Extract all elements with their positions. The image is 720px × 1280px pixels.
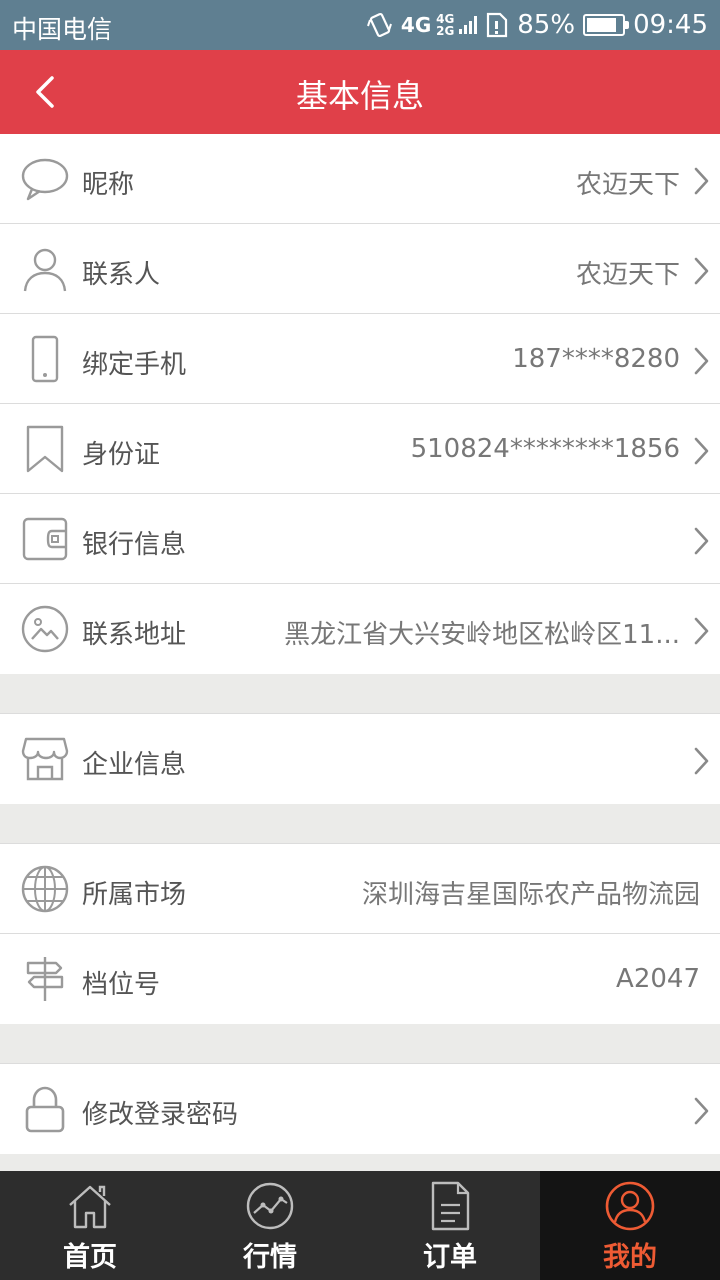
list-item[interactable]: 联系人 农迈天下 (0, 224, 720, 314)
network-indicator: 4G 4G 2G (400, 12, 478, 38)
chevron-right-icon (694, 617, 709, 645)
chat-bubble-icon (21, 158, 69, 201)
list-item[interactable]: 联系地址 黑龙江省大兴安岭地区松岭区11... (0, 584, 720, 674)
tab-item[interactable]: 订单 (360, 1171, 540, 1280)
tab-item[interactable]: 行情 (180, 1171, 360, 1280)
bookmark-icon (26, 425, 64, 473)
shop-icon (21, 737, 69, 781)
lock-icon (25, 1086, 65, 1133)
list-item[interactable]: 修改登录密码 (0, 1064, 720, 1154)
list-item-label: 企业信息 (82, 750, 187, 780)
globe-icon (21, 865, 69, 913)
tab-label: 首页 (63, 1242, 117, 1273)
tab-item[interactable]: 我的 (540, 1171, 720, 1280)
phone-icon (31, 335, 59, 383)
section-divider (0, 1024, 720, 1064)
list-item-value: 农迈天下 (575, 260, 680, 290)
page-title: 基本信息 (295, 77, 424, 115)
tab-item[interactable]: 首页 (0, 1171, 180, 1280)
list-item: 档位号 A2047 (0, 934, 720, 1024)
battery-percent: 85% (517, 10, 576, 40)
list-item[interactable]: 绑定手机 187****8280 (0, 314, 720, 404)
chevron-right-icon (694, 437, 709, 465)
list-item-label: 绑定手机 (82, 350, 187, 380)
sim-alert-icon (487, 12, 508, 38)
clock: 09:45 (633, 10, 708, 40)
network-secondary-label: 4G 2G (436, 12, 455, 38)
list-item-label: 身份证 (82, 440, 161, 470)
bottom-tab-bar: 首页 行情 订单 我的 (0, 1171, 720, 1280)
chevron-right-icon (694, 747, 709, 775)
list-item-value: 187****8280 (512, 344, 680, 374)
list-group: 修改登录密码 (0, 1064, 720, 1154)
location-photo-icon (21, 605, 69, 653)
header-bar: 基本信息 (0, 50, 720, 134)
list-item-label: 昵称 (82, 170, 135, 200)
status-bar: 中国电信 4G 4G 2G 85% 09:45 (0, 0, 720, 50)
person-icon (23, 248, 67, 292)
chevron-right-icon (694, 257, 709, 285)
signpost-icon (26, 957, 64, 1001)
list-item[interactable]: 企业信息 (0, 714, 720, 804)
network-4g-label: 4G (400, 13, 432, 37)
user-circle-icon (605, 1181, 655, 1231)
home-icon (69, 1185, 111, 1229)
list-item-label: 联系地址 (82, 620, 187, 650)
list-item-value: A2047 (616, 964, 700, 994)
list-item-label: 银行信息 (82, 530, 187, 560)
wallet-icon (22, 517, 68, 561)
chevron-right-icon (694, 1097, 709, 1125)
tab-label: 订单 (423, 1242, 477, 1273)
list-item-value: 510824********1856 (410, 434, 680, 464)
list-item[interactable]: 身份证 510824********1856 (0, 404, 720, 494)
list-item-value: 农迈天下 (575, 170, 680, 200)
vibrate-icon (366, 12, 392, 38)
list-group: 企业信息 (0, 714, 720, 804)
list-item-label: 修改登录密码 (82, 1100, 239, 1130)
section-divider (0, 804, 720, 844)
list-item-value: 深圳海吉星国际农产品物流园 (361, 880, 700, 910)
tab-label: 我的 (603, 1242, 657, 1273)
list-group: 昵称 农迈天下 联系人 农迈天下 绑定手机 187****8280 身份证 510824***… (0, 134, 720, 674)
chevron-right-icon (694, 347, 709, 375)
trend-chart-icon (246, 1182, 294, 1230)
battery-icon (583, 14, 630, 36)
list-item: 所属市场 深圳海吉星国际农产品物流园 (0, 844, 720, 934)
list-item[interactable]: 昵称 农迈天下 (0, 134, 720, 224)
carrier-label: 中国电信 (12, 15, 113, 44)
list-item-value: 黑龙江省大兴安岭地区松岭区11... (284, 620, 680, 650)
chevron-right-icon (694, 527, 709, 555)
tab-label: 行情 (243, 1242, 297, 1273)
list-item-label: 档位号 (82, 970, 161, 1000)
settings-list: 昵称 农迈天下 联系人 农迈天下 绑定手机 187****8280 身份证 510824***… (0, 134, 720, 1194)
status-icons: 4G 4G 2G 85% 09:45 (366, 8, 708, 42)
list-item-label: 联系人 (82, 260, 161, 290)
list-item[interactable]: 银行信息 (0, 494, 720, 584)
list-group: 所属市场 深圳海吉星国际农产品物流园档位号 A2047 (0, 844, 720, 1024)
document-icon (431, 1181, 470, 1231)
list-item-label: 所属市场 (82, 880, 187, 910)
signal-bars-icon (459, 16, 478, 34)
chevron-right-icon (694, 167, 709, 195)
section-divider (0, 674, 720, 714)
